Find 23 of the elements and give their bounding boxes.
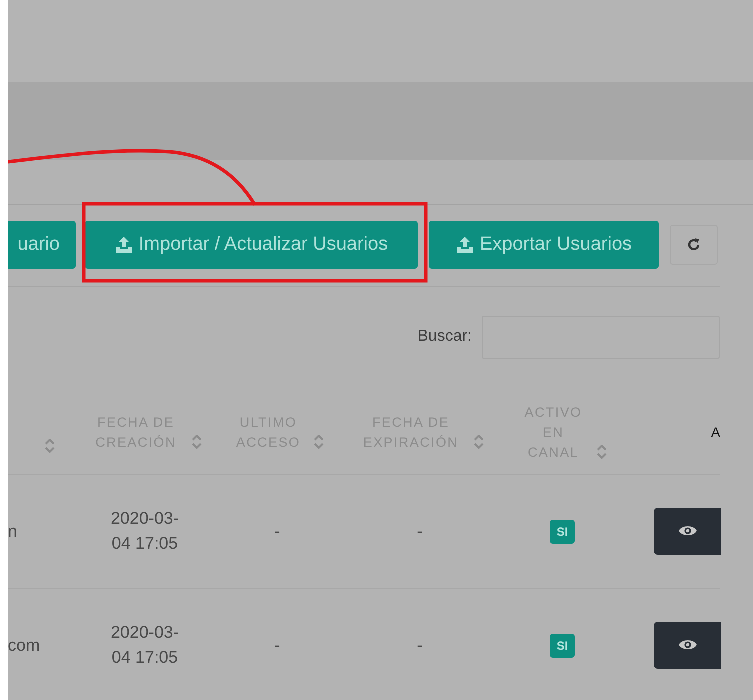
email-cell: n — [8, 522, 18, 540]
view-button[interactable] — [654, 508, 721, 554]
last-access-cell: - — [274, 636, 280, 654]
upload-icon — [456, 237, 474, 253]
refresh-button[interactable] — [670, 225, 718, 265]
active-badge: SI — [550, 634, 576, 658]
export-button[interactable]: Exportar Usuarios — [429, 221, 659, 269]
import-button[interactable]: Importar / Actualizar Usuarios — [85, 221, 418, 269]
active-badge: SI — [550, 520, 576, 544]
add-user-button[interactable]: uario — [8, 221, 76, 269]
column-header: A — [711, 424, 722, 442]
expiration-cell: - — [417, 522, 423, 540]
eye-icon — [678, 638, 698, 652]
last-access-cell: - — [274, 522, 280, 540]
refresh-icon — [687, 238, 701, 252]
search-label: Buscar: — [418, 327, 472, 347]
email-cell: com — [8, 636, 40, 654]
date-cell-text: 2020-03-04 17:05 — [110, 508, 180, 555]
date-cell-text: 2020-03-04 17:05 — [110, 622, 180, 669]
view-button[interactable] — [654, 622, 721, 668]
upload-icon — [114, 237, 133, 253]
eye-icon — [678, 524, 698, 538]
expiration-cell: - — [417, 636, 423, 654]
